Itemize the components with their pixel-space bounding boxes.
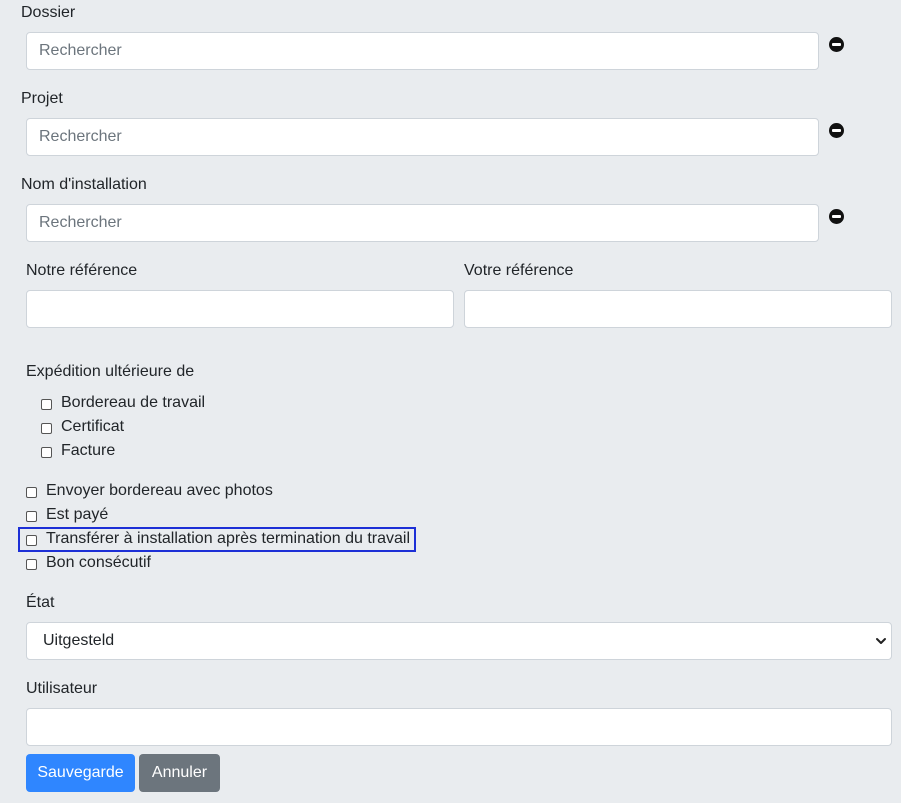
notre-reference-label: Notre référence [26,262,138,279]
dossier-label: Dossier [21,4,76,21]
etat-label: État [26,594,55,611]
expedition-option-certificat[interactable]: Certificat [41,417,124,437]
installation-label: Nom d'installation [21,176,147,193]
projet-search-placeholder: Rechercher [39,128,122,145]
utilisateur-label: Utilisateur [26,680,98,697]
dossier-search-input[interactable]: Rechercher [26,32,819,70]
checkbox-label: Est payé [46,506,109,523]
checkbox-transferer-installation[interactable]: Transférer à installation après terminat… [26,529,410,549]
checkbox[interactable] [26,486,37,498]
etat-select[interactable]: Uitgesteld [26,622,892,660]
checkbox-est-paye[interactable]: Est payé [26,505,108,525]
chevron-down-icon [876,638,886,644]
votre-reference-label: Votre référence [464,262,574,279]
expedition-option-label: Certificat [61,418,125,435]
notre-reference-input[interactable] [26,290,454,328]
installation-search-placeholder: Rechercher [39,214,122,231]
save-button[interactable]: Sauvegarde [26,754,135,792]
checkbox[interactable] [41,422,52,434]
etat-selected-value: Uitgesteld [43,632,115,649]
projet-remove-icon[interactable] [829,123,844,138]
checkbox-bon-consecutif[interactable]: Bon consécutif [26,553,151,573]
checkbox[interactable] [26,510,37,522]
checkbox-label: Transférer à installation après terminat… [46,530,411,547]
checkbox[interactable] [41,446,52,458]
installation-remove-icon[interactable] [829,209,844,224]
votre-reference-input[interactable] [464,290,892,328]
projet-label: Projet [21,90,63,107]
cancel-button[interactable]: Annuler [139,754,220,792]
utilisateur-input[interactable] [26,708,892,746]
checkbox[interactable] [41,398,52,410]
checkbox-label: Envoyer bordereau avec photos [46,482,273,499]
projet-search-input[interactable]: Rechercher [26,118,819,156]
dossier-remove-icon[interactable] [829,37,844,52]
checkbox-label: Bon consécutif [46,554,151,571]
expedition-option-facture[interactable]: Facture [41,441,115,461]
expedition-option-label: Facture [61,442,116,459]
installation-search-input[interactable]: Rechercher [26,204,819,242]
checkbox[interactable] [26,534,37,546]
expedition-option-label: Bordereau de travail [61,394,206,411]
dossier-search-placeholder: Rechercher [39,42,122,59]
checkbox[interactable] [26,558,37,570]
checkbox-envoyer-photos[interactable]: Envoyer bordereau avec photos [26,481,273,501]
expedition-label: Expédition ultérieure de [26,363,195,380]
expedition-option-bordereau[interactable]: Bordereau de travail [41,393,205,413]
